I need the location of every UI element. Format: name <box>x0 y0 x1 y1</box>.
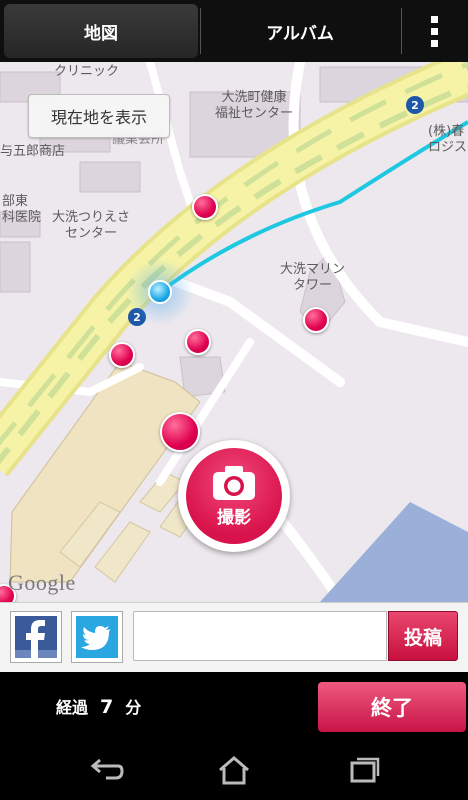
top-tab-bar: 地図 アルバム <box>0 0 468 62</box>
map-label-yogoro: 与五郎商店 <box>0 144 66 159</box>
elapsed-prefix: 経過 <box>56 698 89 717</box>
map-label-tsuri: 大洗つりえさ センター <box>52 210 130 242</box>
camera-icon <box>213 465 255 500</box>
elapsed-time: 経過 7 分 <box>56 694 141 718</box>
home-icon[interactable] <box>214 754 254 786</box>
elapsed-value: 7 <box>100 696 114 718</box>
tab-divider <box>200 8 201 54</box>
map-label-logistics: (株)春 ロジステ <box>428 124 468 156</box>
twitter-share-button[interactable] <box>71 611 123 663</box>
menu-dot <box>430 39 438 47</box>
overflow-menu-button[interactable] <box>404 4 464 58</box>
back-icon[interactable] <box>86 754 126 786</box>
tab-divider <box>401 8 402 54</box>
photo-pin[interactable] <box>109 342 135 368</box>
tab-album[interactable]: アルバム <box>202 4 398 58</box>
menu-dot <box>430 27 438 35</box>
current-location-dot <box>148 280 172 304</box>
map-label-line: 大洗マリン <box>280 262 346 277</box>
map-label-line: センター <box>65 226 118 241</box>
map-label-toubu: 部東 科医院 <box>2 194 41 226</box>
elapsed-unit: 分 <box>125 698 142 717</box>
map-label-line: (株)春 <box>428 124 465 139</box>
recent-apps-icon[interactable] <box>344 754 384 786</box>
map-label-line: ロジステ <box>428 140 468 155</box>
shoot-button-face: 撮影 <box>186 448 282 544</box>
photo-pin[interactable] <box>185 329 211 355</box>
menu-dot <box>430 15 438 23</box>
google-logo: Google <box>8 570 76 595</box>
system-nav-bar <box>0 742 468 800</box>
finish-button[interactable]: 終了 <box>318 682 466 732</box>
status-bar: 経過 7 分 終了 <box>0 672 468 742</box>
map-label-health-center: 大洗町健康 福祉センター <box>215 90 293 122</box>
show-current-location-button[interactable]: 現在地を表示 <box>28 94 170 138</box>
comment-input[interactable] <box>133 611 387 661</box>
post-button[interactable]: 投稿 <box>388 611 458 661</box>
map-label-line: 部東 <box>2 194 29 209</box>
tab-map[interactable]: 地図 <box>4 4 198 58</box>
map-label-line: 科医院 <box>2 210 42 225</box>
twitter-icon <box>76 616 118 658</box>
facebook-share-button[interactable] <box>10 611 62 663</box>
map-label-line: タワー <box>293 278 333 293</box>
facebook-icon <box>15 616 57 658</box>
map-label-clinic: クリニック <box>54 64 120 79</box>
map-label-line: 大洗町健康 <box>221 90 287 105</box>
shoot-button-label: 撮影 <box>217 507 251 528</box>
map-label-line: 大洗つりえさ <box>52 210 131 225</box>
shoot-button[interactable]: 撮影 <box>178 440 290 552</box>
post-bar: 投稿 <box>0 602 468 673</box>
app-root: 地図 アルバム クリニック 大洗町健康 福祉センター 与五郎商店 議業会所 部東… <box>0 0 468 800</box>
photo-pin[interactable] <box>192 194 218 220</box>
map-label-marine-tower: 大洗マリン タワー <box>280 262 345 294</box>
map-label-line: 福祉センター <box>215 106 294 121</box>
photo-pin-large[interactable] <box>160 412 200 452</box>
photo-pin[interactable] <box>303 307 329 333</box>
route-number-badge: 2 <box>406 96 424 114</box>
